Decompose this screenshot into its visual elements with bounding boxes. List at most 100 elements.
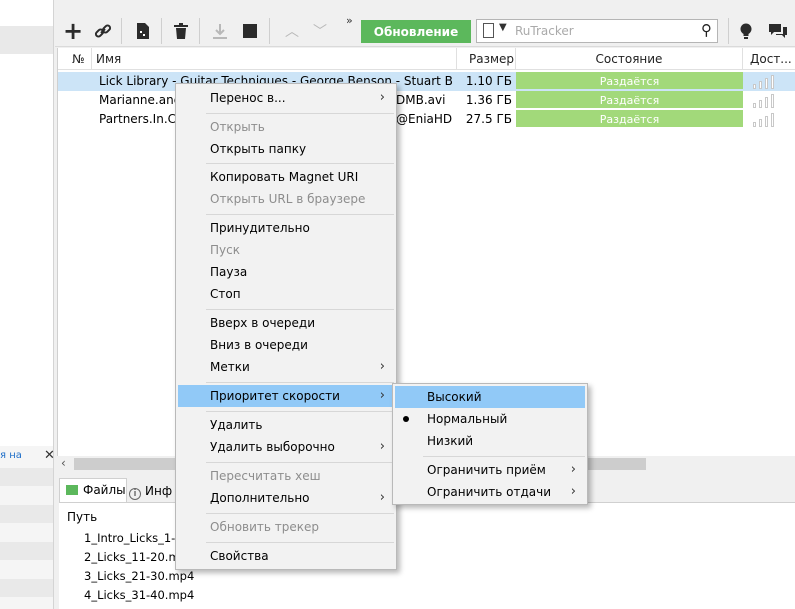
search-icon[interactable]: ⚲	[701, 21, 712, 39]
close-icon[interactable]: ✕	[44, 448, 55, 463]
menu-item-labels[interactable]: Метки ›	[178, 356, 394, 378]
availability-signal-icon	[753, 112, 777, 127]
toolbar-separator	[269, 18, 270, 44]
speed-priority-submenu: Высокий Нормальный Низкий Ограничить при…	[392, 383, 588, 505]
chevron-right-icon: ›	[570, 484, 576, 499]
add-torrent-button[interactable]: +	[60, 17, 86, 45]
menu-item-label: Ограничить приём	[427, 463, 546, 477]
tab-files-label: Файлы	[83, 483, 126, 497]
table-row[interactable]: Marianne.and. DMB.avi 1.36 ГБ Раздаётся	[58, 91, 795, 110]
menu-separator	[423, 456, 585, 457]
trash-icon	[174, 23, 188, 39]
stop-icon	[243, 24, 257, 38]
tab-info[interactable]: i Инф	[129, 480, 172, 502]
menu-separator	[206, 462, 394, 463]
radio-dot-icon	[403, 416, 409, 422]
document-icon	[137, 23, 149, 39]
menu-item-delete-selective[interactable]: Удалить выборочно ›	[178, 436, 394, 458]
chevron-right-icon: ›	[379, 490, 385, 505]
path-column-header[interactable]: Путь	[67, 510, 97, 524]
move-down-button[interactable]: ﹀	[307, 18, 333, 44]
toolbar-separator	[161, 18, 162, 44]
menu-item-queue-up[interactable]: Вверх в очереди	[178, 312, 394, 334]
menu-separator	[206, 309, 394, 310]
menu-item-label: Удалить выборочно	[210, 440, 335, 454]
menu-item-speed-priority[interactable]: Приоритет скорости ›	[178, 385, 394, 407]
menu-item-stop[interactable]: Стоп	[178, 283, 394, 305]
menu-item-properties[interactable]: Свойства	[178, 545, 394, 567]
sidebar-selected-item[interactable]	[0, 26, 53, 54]
files-list: Путь 1_Intro_Licks_1-10 2_Licks_11-20.mp…	[59, 502, 795, 609]
search-input[interactable]	[515, 22, 690, 40]
download-button[interactable]	[207, 18, 233, 44]
chat-icon	[769, 24, 787, 38]
link-icon	[94, 24, 112, 38]
delete-button[interactable]	[168, 18, 194, 44]
menu-item-open[interactable]: Открыть	[178, 116, 394, 138]
info-icon: i	[129, 488, 141, 500]
add-link-button[interactable]	[90, 18, 116, 44]
create-torrent-button[interactable]	[130, 18, 156, 44]
torrent-name-tail: DMB.avi	[396, 93, 446, 107]
menu-item-move-to[interactable]: Перенос в... ›	[178, 87, 394, 109]
menu-item-start[interactable]: Пуск	[178, 239, 394, 261]
menu-item-queue-down[interactable]: Вниз в очереди	[178, 334, 394, 356]
menu-item-pause[interactable]: Пауза	[178, 261, 394, 283]
toolbar-overflow-chevron[interactable]: »	[346, 14, 353, 27]
table-row[interactable]: Lick Library - Guitar Techniques - Georg…	[58, 72, 795, 91]
column-header-availability[interactable]: Дост...	[743, 48, 795, 70]
list-item[interactable]: 3_Licks_21-30.mp4	[84, 569, 194, 583]
menu-item-priority-normal[interactable]: Нормальный	[395, 408, 585, 430]
menu-item-limit-download[interactable]: Ограничить приём ›	[395, 459, 585, 481]
status-badge: Раздаётся	[516, 91, 743, 108]
download-icon	[213, 24, 227, 39]
table-row[interactable]: Partners.In.Cri @EniaHD 27.5 ГБ Раздаётс…	[58, 110, 795, 129]
availability-signal-icon	[753, 93, 777, 108]
menu-item-open-url[interactable]: Открыть URL в браузере	[178, 188, 394, 210]
menu-item-limit-upload[interactable]: Ограничить отдачи ›	[395, 481, 585, 503]
move-up-button[interactable]: ︿	[279, 18, 305, 44]
list-item[interactable]: 4_Licks_31-40.mp4	[84, 588, 194, 602]
sidebar-row	[0, 542, 53, 560]
plus-icon: +	[62, 17, 84, 45]
tips-button[interactable]	[733, 18, 759, 44]
column-header-name[interactable]: Имя	[92, 48, 457, 70]
context-menu: Перенос в... › Открыть Открыть папку Копи…	[175, 83, 397, 570]
torrent-size: 1.36 ГБ	[465, 93, 512, 107]
lightbulb-icon	[740, 23, 752, 39]
dropdown-arrow-icon[interactable]: ▼	[499, 22, 507, 33]
menu-item-open-folder[interactable]: Открыть папку	[178, 138, 394, 160]
status-badge: Раздаётся	[516, 110, 743, 127]
chat-button[interactable]	[765, 18, 791, 44]
status-badge: Раздаётся	[516, 72, 743, 89]
sidebar-link[interactable]: я на	[0, 450, 22, 461]
stop-button[interactable]	[237, 18, 263, 44]
search-box: ▼ ⚲	[476, 19, 718, 43]
menu-item-more[interactable]: Дополнительно ›	[178, 487, 394, 509]
menu-item-label: Дополнительно	[210, 491, 310, 505]
chevron-left-icon[interactable]: ‹	[61, 456, 66, 470]
column-header-number[interactable]: №	[58, 48, 92, 70]
menu-item-priority-low[interactable]: Низкий	[395, 430, 585, 452]
column-header-status[interactable]: Состояние	[516, 48, 743, 70]
search-source-icon[interactable]	[483, 23, 494, 38]
menu-item-delete[interactable]: Удалить	[178, 414, 394, 436]
menu-item-force[interactable]: Принудительно	[178, 217, 394, 239]
availability-signal-icon	[753, 74, 777, 89]
menu-item-label: Нормальный	[427, 412, 508, 426]
tab-files[interactable]: Файлы	[59, 478, 127, 502]
menu-separator	[206, 214, 394, 215]
update-button[interactable]: Обновление	[361, 20, 471, 43]
chevron-up-icon: ︿	[285, 24, 299, 40]
list-header: № Имя Размер Состояние Дост...	[58, 48, 795, 70]
menu-item-copy-magnet[interactable]: Копировать Magnet URI	[178, 166, 394, 188]
menu-separator	[206, 113, 394, 114]
menu-separator	[206, 382, 394, 383]
sidebar-row	[0, 505, 53, 523]
torrent-size: 1.10 ГБ	[465, 74, 512, 88]
menu-item-priority-high[interactable]: Высокий	[395, 386, 585, 408]
column-header-size[interactable]: Размер	[457, 48, 516, 70]
menu-item-recheck[interactable]: Пересчитать хеш	[178, 465, 394, 487]
chevron-right-icon: ›	[379, 90, 385, 105]
menu-item-update-tracker[interactable]: Обновить трекер	[178, 516, 394, 538]
